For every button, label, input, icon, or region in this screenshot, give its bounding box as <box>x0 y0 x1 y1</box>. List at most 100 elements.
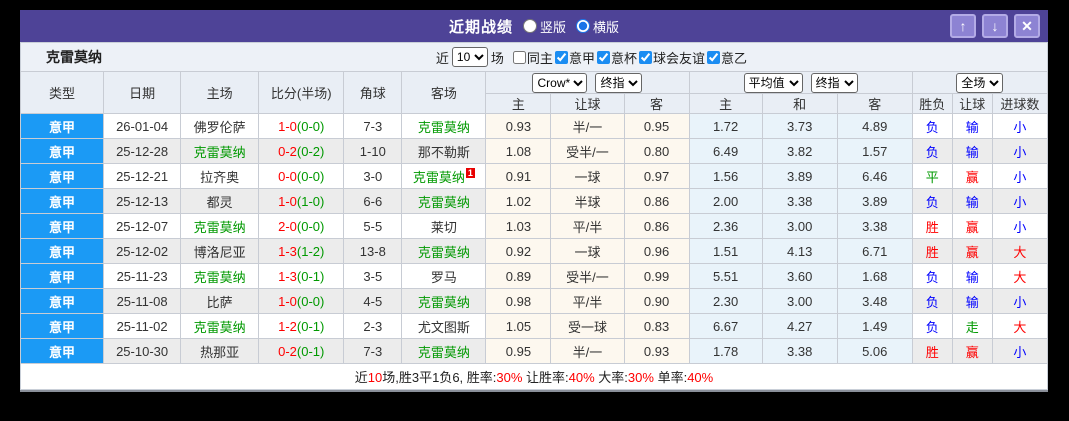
summary-segment: 让胜率: <box>522 370 568 385</box>
league-cell[interactable]: 意甲 <box>21 189 104 214</box>
corner-cell: 2-3 <box>344 314 402 339</box>
filter-checkbox-label: 意乙 <box>721 48 747 67</box>
table-row: 意甲25-12-02博洛尼亚1-3(1-2)13-8克雷莫纳0.92一球0.96… <box>21 239 1048 264</box>
layout-radio-item[interactable]: 竖版 <box>523 17 566 36</box>
filter-checkbox[interactable] <box>513 51 526 64</box>
away-team-cell[interactable]: 克雷莫纳 <box>402 114 486 139</box>
match-scope-select[interactable]: 全场 <box>956 73 1003 93</box>
home-team-cell[interactable]: 佛罗伦萨 <box>181 114 259 139</box>
asian-away-odds-cell: 0.99 <box>624 264 689 289</box>
corner-cell: 5-5 <box>344 214 402 239</box>
asian-odds-group-header: Crow* 终指 <box>486 72 689 94</box>
score-cell: 1-3(0-1) <box>259 264 344 289</box>
league-cell[interactable]: 意甲 <box>21 164 104 189</box>
filter-checkbox[interactable] <box>707 51 720 64</box>
away-team-cell[interactable]: 克雷莫纳1 <box>402 164 486 189</box>
home-team-cell[interactable]: 拉齐奥 <box>181 164 259 189</box>
date-cell: 25-12-21 <box>104 164 181 189</box>
summary-segment: 场,胜3平1负6, 胜率: <box>382 370 496 385</box>
filter-checkbox-item[interactable]: 意杯 <box>597 48 637 67</box>
asian-away-odds-cell: 0.80 <box>624 139 689 164</box>
scroll-down-button[interactable]: ↓ <box>982 14 1008 38</box>
filter-checkbox-item[interactable]: 球会友谊 <box>639 48 705 67</box>
home-team-cell[interactable]: 比萨 <box>181 289 259 314</box>
odds-source-select[interactable]: Crow* <box>532 73 587 93</box>
filter-checkbox-item[interactable]: 意甲 <box>555 48 595 67</box>
europe-average-select[interactable]: 平均值 <box>744 73 803 93</box>
europe-odds-group-header: 平均值 终指 <box>689 72 912 94</box>
away-team-cell[interactable]: 那不勒斯 <box>402 139 486 164</box>
filter-checkbox-item[interactable]: 同主 <box>513 48 553 67</box>
page-title: 近期战绩 <box>449 16 513 37</box>
score-cell: 1-3(1-2) <box>259 239 344 264</box>
match-result-cell: 胜 <box>912 239 952 264</box>
summary-text: 近10场,胜3平1负6, 胜率:30% 让胜率:40% 大率:30% 单率:40… <box>355 367 713 386</box>
recent-results-window: 近期战绩 竖版横版 ↑ ↓ ✕ 克雷莫纳 近 10 场 同主意甲意杯球会友谊意乙 <box>20 10 1048 392</box>
scroll-up-button[interactable]: ↑ <box>950 14 976 38</box>
league-cell[interactable]: 意甲 <box>21 139 104 164</box>
home-team-cell[interactable]: 克雷莫纳 <box>181 264 259 289</box>
home-team-cell[interactable]: 克雷莫纳 <box>181 214 259 239</box>
europe-away-odds-cell: 6.46 <box>837 164 912 189</box>
home-team-cell[interactable]: 克雷莫纳 <box>181 314 259 339</box>
league-cell[interactable]: 意甲 <box>21 114 104 139</box>
league-cell[interactable]: 意甲 <box>21 314 104 339</box>
league-cell[interactable]: 意甲 <box>21 214 104 239</box>
league-cell[interactable]: 意甲 <box>21 289 104 314</box>
results-tbody: 意甲26-01-04佛罗伦萨1-0(0-0)7-3克雷莫纳0.93半/一0.95… <box>21 114 1048 364</box>
halftime-score: (0-0) <box>297 219 324 234</box>
filter-checkbox-item[interactable]: 意乙 <box>707 48 747 67</box>
table-row: 意甲25-10-30热那亚0-2(0-1)7-3克雷莫纳0.95半/一0.931… <box>21 339 1048 364</box>
away-team-cell[interactable]: 克雷莫纳 <box>402 239 486 264</box>
home-team-cell[interactable]: 博洛尼亚 <box>181 239 259 264</box>
away-team-cell[interactable]: 罗马 <box>402 264 486 289</box>
subcol-asian-away: 客 <box>624 94 689 114</box>
col-header-score: 比分(半场) <box>259 72 344 114</box>
home-team-cell[interactable]: 都灵 <box>181 189 259 214</box>
match-result-cell: 负 <box>912 314 952 339</box>
filter-checkbox-label: 意杯 <box>611 48 637 67</box>
score-cell: 1-0(1-0) <box>259 189 344 214</box>
league-cell[interactable]: 意甲 <box>21 339 104 364</box>
filter-checkbox[interactable] <box>639 51 652 64</box>
date-cell: 25-11-23 <box>104 264 181 289</box>
match-count-select[interactable]: 10 <box>452 47 488 67</box>
league-cell[interactable]: 意甲 <box>21 239 104 264</box>
subcol-europe-away: 客 <box>837 94 912 114</box>
filter-checkbox[interactable] <box>597 51 610 64</box>
layout-radio[interactable] <box>576 19 590 33</box>
halftime-score: (0-0) <box>297 169 324 184</box>
match-result-cell: 负 <box>912 289 952 314</box>
home-team-cell[interactable]: 热那亚 <box>181 339 259 364</box>
asian-home-odds-cell: 1.02 <box>486 189 551 214</box>
fulltime-score: 0-2 <box>278 144 297 159</box>
goals-result-cell: 小 <box>992 214 1047 239</box>
date-cell: 25-11-02 <box>104 314 181 339</box>
away-team-cell[interactable]: 克雷莫纳 <box>402 339 486 364</box>
league-cell[interactable]: 意甲 <box>21 264 104 289</box>
asian-odds-time-select[interactable]: 终指 <box>595 73 642 93</box>
table-header: 类型 日期 主场 比分(半场) 角球 客场 Crow* 终指 平均值 <box>21 72 1048 114</box>
filter-controls: 近 10 场 同主意甲意杯球会友谊意乙 <box>436 47 747 67</box>
subcol-result-goals: 进球数 <box>992 94 1047 114</box>
home-team-cell[interactable]: 克雷莫纳 <box>181 139 259 164</box>
col-header-away: 客场 <box>402 72 486 114</box>
halftime-score: (1-2) <box>297 244 324 259</box>
match-result-cell: 负 <box>912 114 952 139</box>
filter-bar: 克雷莫纳 近 10 场 同主意甲意杯球会友谊意乙 <box>20 42 1048 71</box>
europe-home-odds-cell: 6.67 <box>689 314 762 339</box>
layout-radio-item[interactable]: 横版 <box>576 17 619 36</box>
europe-draw-odds-cell: 3.73 <box>762 114 837 139</box>
away-team-cell[interactable]: 莱切 <box>402 214 486 239</box>
europe-draw-odds-cell: 3.38 <box>762 189 837 214</box>
layout-radio[interactable] <box>523 19 537 33</box>
away-team-cell[interactable]: 克雷莫纳 <box>402 289 486 314</box>
fulltime-score: 1-2 <box>278 319 297 334</box>
asian-handicap-cell: 平/半 <box>551 289 624 314</box>
europe-odds-time-select[interactable]: 终指 <box>811 73 858 93</box>
filter-checkbox[interactable] <box>555 51 568 64</box>
close-button[interactable]: ✕ <box>1014 14 1040 38</box>
away-team-cell[interactable]: 尤文图斯 <box>402 314 486 339</box>
away-team-cell[interactable]: 克雷莫纳 <box>402 189 486 214</box>
score-cell: 1-0(0-0) <box>259 289 344 314</box>
